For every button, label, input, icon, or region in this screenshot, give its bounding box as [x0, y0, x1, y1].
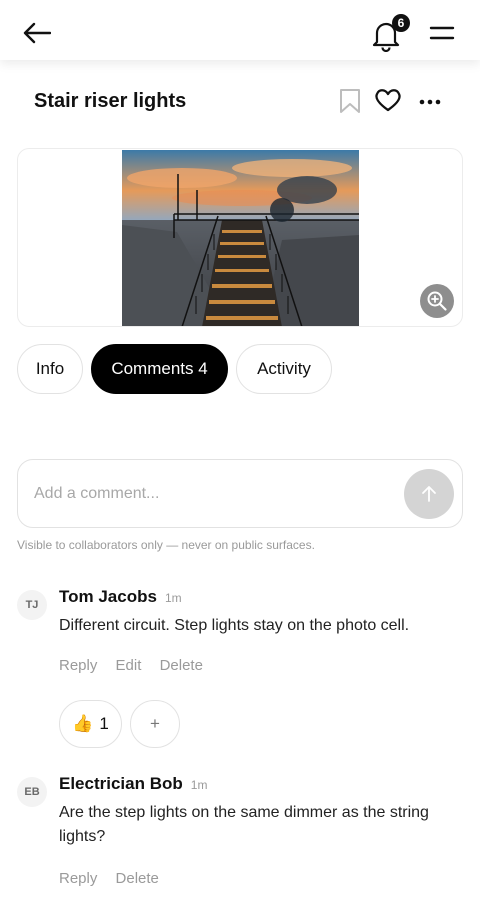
reaction-count: 1 [99, 714, 109, 733]
heart-icon [375, 89, 401, 112]
more-dots-icon [419, 99, 441, 105]
back-button[interactable] [20, 18, 54, 48]
thumbs-up-icon: 👍 [72, 714, 94, 733]
more-options-button[interactable] [418, 92, 442, 112]
photo-card [17, 148, 463, 327]
edit-link[interactable]: Edit [116, 657, 142, 674]
comment-author: Tom Jacobs 1m [59, 587, 182, 607]
comment-author-name: Tom Jacobs [59, 587, 157, 606]
menu-button[interactable] [428, 22, 456, 44]
avatar: TJ [17, 590, 47, 620]
reply-link[interactable]: Reply [59, 870, 97, 887]
comment-author: Electrician Bob 1m [59, 774, 207, 794]
comment-composer [17, 459, 463, 528]
stair-photo[interactable] [122, 150, 359, 326]
comment-actions: Reply Delete [59, 870, 173, 887]
tab-comments[interactable]: Comments 4 [91, 344, 228, 394]
notification-badge: 6 [392, 14, 410, 32]
reply-link[interactable]: Reply [59, 657, 97, 674]
comment-time: 1m [190, 778, 208, 792]
bookmark-icon [340, 89, 360, 113]
page-title: Stair riser lights [34, 90, 187, 112]
comment-text: Different circuit. Step lights stay on t… [59, 617, 410, 634]
favorite-button[interactable] [374, 88, 402, 114]
bookmark-button[interactable] [338, 88, 364, 116]
plus-icon: + [150, 714, 160, 733]
comment-item: TJ Tom Jacobs 1m Different circuit. Step … [17, 587, 467, 750]
top-bar: 6 [0, 0, 480, 60]
delete-link[interactable]: Delete [160, 657, 203, 674]
delete-link[interactable]: Delete [116, 870, 159, 887]
comment-author-name: Electrician Bob [59, 774, 183, 793]
comment-input[interactable] [34, 480, 394, 508]
tab-activity[interactable]: Activity [236, 344, 332, 394]
notifications-button[interactable]: 6 [372, 14, 410, 52]
add-reaction-button[interactable]: + [130, 700, 180, 748]
comment-time: 1m [164, 591, 182, 605]
title-row: Stair riser lights [34, 88, 462, 118]
hamburger-menu-icon [429, 26, 455, 40]
comment-text: Are the step lights on the same dimmer a… [59, 804, 429, 845]
comment-actions: Reply Edit Delete [59, 657, 217, 674]
avatar: EB [17, 777, 47, 807]
arrow-up-icon [422, 486, 436, 502]
zoom-button[interactable] [420, 284, 454, 318]
stair-photo-image [122, 150, 359, 326]
thumbs-up-reaction[interactable]: 👍 1 [59, 700, 122, 748]
send-button[interactable] [404, 469, 454, 519]
visibility-note: Visible to collaborators only — never on… [17, 538, 315, 552]
arrow-left-icon [23, 22, 51, 44]
tab-info[interactable]: Info [17, 344, 83, 394]
comment-item: EB Electrician Bob 1m Are the step lights… [17, 774, 467, 897]
zoom-in-icon [427, 291, 447, 311]
